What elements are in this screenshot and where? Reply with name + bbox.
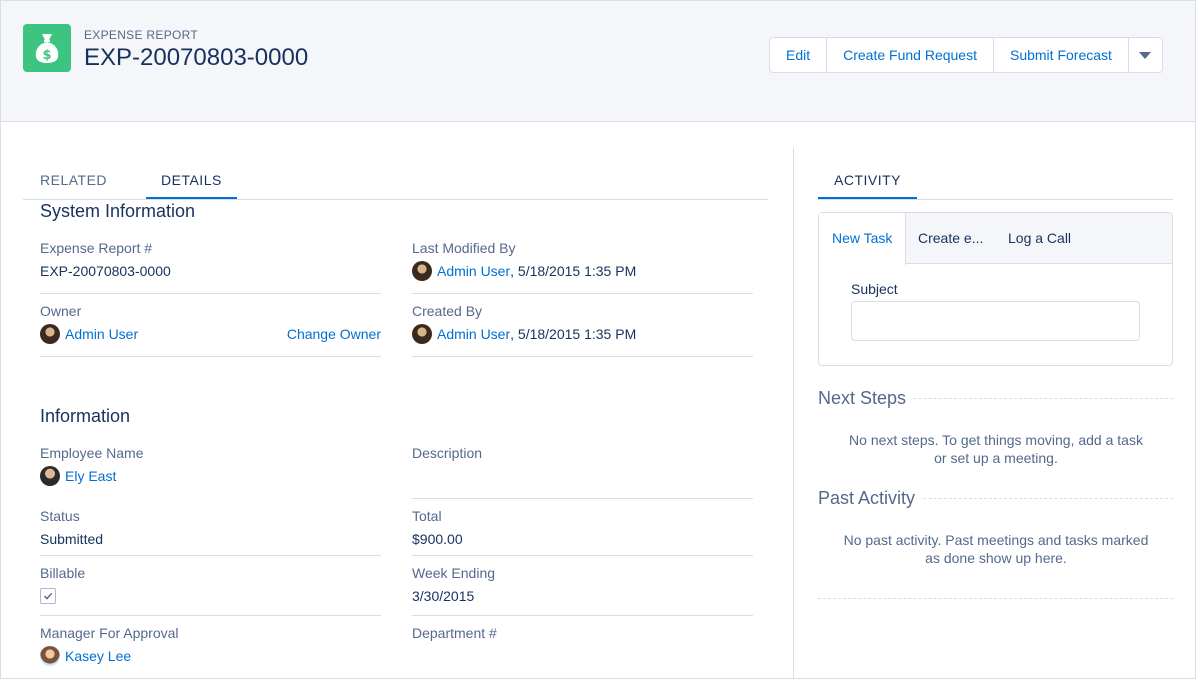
tab-activity[interactable]: ACTIVITY xyxy=(818,161,918,199)
field-label: Manager For Approval xyxy=(40,625,179,641)
subtab-new-task[interactable]: New Task xyxy=(819,213,907,265)
svg-text:$: $ xyxy=(42,48,51,63)
avatar xyxy=(40,466,60,486)
avatar xyxy=(412,261,432,281)
field-divider xyxy=(412,555,753,556)
field-label: Week Ending xyxy=(412,565,496,581)
field-label: Billable xyxy=(40,565,86,581)
field-owner: Owner Admin User Change Owner xyxy=(40,301,381,345)
field-employee-name: Employee Name Ely East xyxy=(40,443,381,487)
divider xyxy=(818,598,1173,599)
edit-button[interactable]: Edit xyxy=(769,37,828,73)
field-label: Expense Report # xyxy=(40,240,153,256)
field-value: $900.00 xyxy=(412,531,463,547)
more-actions-button[interactable] xyxy=(1127,37,1163,73)
field-description: Description xyxy=(412,443,753,463)
field-value: Admin User Change Owner xyxy=(40,323,381,345)
field-divider xyxy=(40,615,381,616)
field-value: Admin User , 5/18/2015 1:35 PM xyxy=(412,260,753,282)
record-tabs: RELATED DETAILS xyxy=(23,161,768,200)
field-label: Owner xyxy=(40,303,82,319)
section-title-information: Information xyxy=(40,406,131,426)
field-label: Total xyxy=(412,508,442,524)
field-divider xyxy=(412,293,753,294)
past-activity-empty-message: No past activity. Past meetings and task… xyxy=(843,532,1149,566)
field-value xyxy=(40,585,381,607)
avatar xyxy=(40,324,60,344)
field-week-ending: Week Ending 3/30/2015 xyxy=(412,563,753,607)
create-fund-request-button[interactable]: Create Fund Request xyxy=(826,37,994,73)
avatar xyxy=(412,324,432,344)
field-value: 3/30/2015 xyxy=(412,588,475,604)
change-owner-link[interactable]: Change Owner xyxy=(287,323,381,345)
action-button-group: Edit Create Fund Request Submit Forecast xyxy=(769,37,1163,73)
field-total: Total $900.00 xyxy=(412,506,753,550)
user-link-admin[interactable]: Admin User xyxy=(437,260,510,282)
field-billable: Billable xyxy=(40,563,381,607)
field-label: Created By xyxy=(412,303,483,319)
section-title-system-information: System Information xyxy=(40,201,196,221)
field-divider xyxy=(40,555,381,556)
field-value: Kasey Lee xyxy=(40,645,381,667)
field-status: Status Submitted xyxy=(40,506,381,550)
field-label: Last Modified By xyxy=(412,240,516,256)
employee-link[interactable]: Ely East xyxy=(65,465,116,487)
next-steps-title: Next Steps xyxy=(818,388,913,409)
subject-input[interactable] xyxy=(851,301,1140,341)
next-steps-empty-message: No next steps. To get things moving, add… xyxy=(849,432,1143,466)
subject-label: Subject xyxy=(851,281,898,297)
manager-link[interactable]: Kasey Lee xyxy=(65,645,131,667)
field-value: Admin User , 5/18/2015 1:35 PM xyxy=(412,323,753,345)
field-label: Department # xyxy=(412,625,497,641)
created-date: , 5/18/2015 1:35 PM xyxy=(510,326,637,342)
field-label: Status xyxy=(40,508,80,524)
user-link-creator[interactable]: Admin User xyxy=(437,323,510,345)
activity-tabs: ACTIVITY xyxy=(818,161,1173,200)
check-icon xyxy=(43,592,53,600)
field-divider xyxy=(412,356,753,357)
subtab-create-event[interactable]: Create e... xyxy=(918,213,983,264)
field-label: Description xyxy=(412,445,483,461)
column-divider xyxy=(793,148,794,679)
field-expense-report-number: Expense Report # EXP-20070803-0000 xyxy=(40,238,381,282)
field-value: EXP-20070803-0000 xyxy=(40,263,171,279)
tab-details[interactable]: DETAILS xyxy=(146,161,237,199)
record-title: EXP-20070803-0000 xyxy=(84,44,309,71)
field-last-modified-by: Last Modified By Admin User , 5/18/2015 … xyxy=(412,238,753,282)
money-bag-icon: $ xyxy=(23,24,71,72)
tab-related[interactable]: RELATED xyxy=(40,161,107,199)
object-type-label: EXPENSE REPORT xyxy=(84,28,199,42)
subtab-log-call[interactable]: Log a Call xyxy=(1008,213,1071,264)
field-divider xyxy=(412,498,753,499)
chevron-down-icon xyxy=(1139,51,1152,59)
activity-composer: New Task Create e... Log a Call Subject xyxy=(818,212,1173,366)
activity-subtabs: New Task Create e... Log a Call xyxy=(819,213,1172,265)
field-divider xyxy=(40,356,381,357)
field-value: Submitted xyxy=(40,531,104,547)
field-department-number: Department # xyxy=(412,623,753,643)
submit-forecast-button[interactable]: Submit Forecast xyxy=(992,37,1129,73)
field-value: Ely East xyxy=(40,465,381,487)
past-activity-title: Past Activity xyxy=(818,488,922,509)
record-header: $ EXPENSE REPORT EXP-20070803-0000 Edit … xyxy=(1,1,1195,122)
field-created-by: Created By Admin User , 5/18/2015 1:35 P… xyxy=(412,301,753,345)
billable-checkbox xyxy=(40,588,56,604)
avatar xyxy=(40,646,60,666)
field-divider xyxy=(412,615,753,616)
field-manager-for-approval: Manager For Approval Kasey Lee xyxy=(40,623,381,667)
field-label: Employee Name xyxy=(40,445,144,461)
user-link-owner[interactable]: Admin User xyxy=(65,323,138,345)
field-divider xyxy=(40,293,381,294)
modified-date: , 5/18/2015 1:35 PM xyxy=(510,263,637,279)
